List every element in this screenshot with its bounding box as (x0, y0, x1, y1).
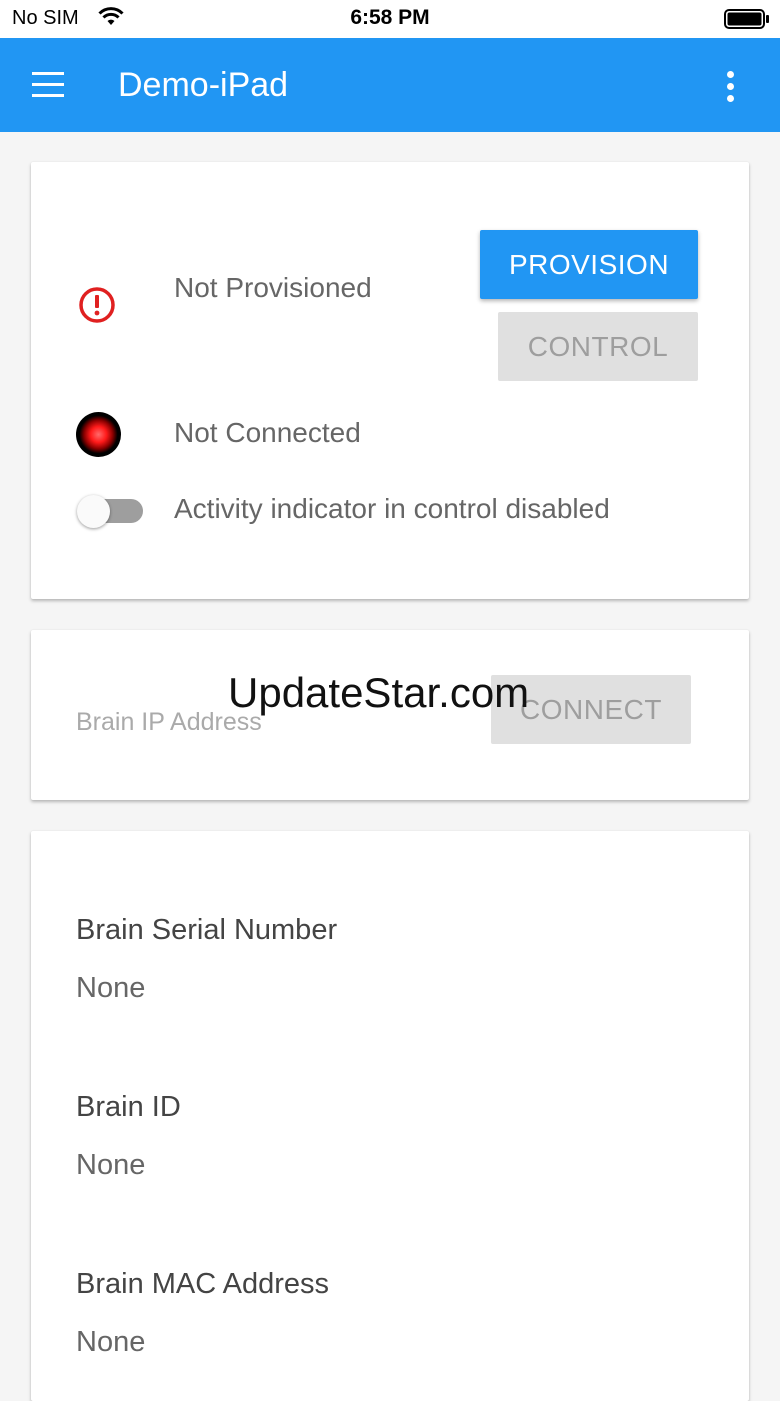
brain-serial-number-value: None (76, 972, 146, 1004)
activity-indicator-label: Activity indicator in control disabled (174, 493, 610, 524)
brain-mac-address-label: Brain MAC Address (76, 1268, 330, 1300)
device-status-card: Not Provisioned PROVISION CONTROL Not Co… (31, 162, 749, 599)
brain-serial-number-label: Brain Serial Number (76, 914, 338, 946)
app-title: Demo-iPad (118, 66, 289, 104)
brain-ip-input[interactable] (76, 702, 376, 742)
brain-id-label: Brain ID (76, 1091, 181, 1123)
brain-mac-address-value: None (76, 1326, 146, 1358)
connection-status-text: Not Connected (174, 417, 361, 448)
app-bar: Demo-iPad (0, 38, 780, 132)
provision-button[interactable]: PROVISION (480, 230, 698, 299)
battery-icon (724, 9, 770, 29)
clock-label: 6:58 PM (350, 6, 430, 29)
provision-status-text: Not Provisioned (174, 272, 372, 303)
more-options-icon[interactable] (716, 68, 746, 104)
status-bar: No SIM 6:58 PM (0, 0, 780, 38)
connect-card: CONNECT UpdateStar.com (31, 630, 749, 800)
menu-icon[interactable] (30, 72, 66, 98)
control-button[interactable]: CONTROL (498, 312, 698, 381)
alert-icon (78, 286, 116, 324)
connection-led-icon (76, 412, 121, 457)
brain-info-card: Brain Serial Number None Brain ID None B… (31, 831, 749, 1401)
activity-indicator-toggle[interactable] (77, 495, 145, 528)
brain-id-value: None (76, 1149, 146, 1181)
connect-button[interactable]: CONNECT (491, 675, 691, 744)
